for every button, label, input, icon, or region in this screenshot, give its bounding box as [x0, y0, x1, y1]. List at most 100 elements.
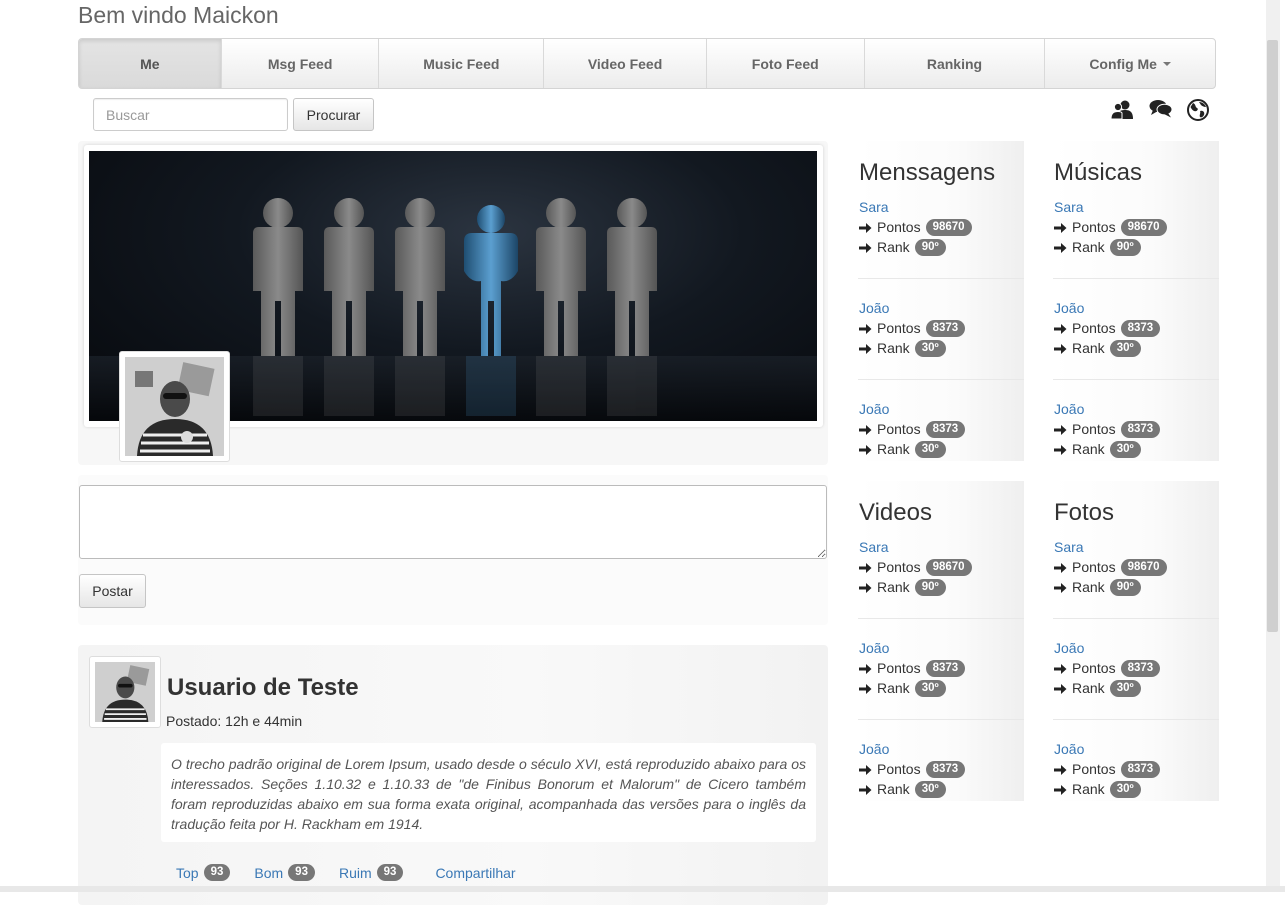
tab-foto-feed[interactable]: Foto Feed [707, 39, 865, 88]
main-navbar: Me Msg Feed Music Feed Video Feed Foto F… [78, 38, 1216, 89]
panel-title: Menssagens [859, 159, 996, 186]
points-badge: 8373 [1120, 760, 1161, 778]
panel-divider [1053, 278, 1219, 279]
tab-video-feed[interactable]: Video Feed [544, 39, 707, 88]
chat-icon[interactable] [1149, 99, 1173, 119]
rank-badge: 90º [1109, 578, 1141, 596]
arrow-right-icon [1054, 221, 1067, 233]
tab-me[interactable]: Me [79, 39, 222, 88]
tab-music-feed[interactable]: Music Feed [379, 39, 545, 88]
profile-avatar[interactable] [119, 351, 230, 462]
points-badge: 8373 [1120, 319, 1161, 337]
panel-divider [1053, 719, 1219, 720]
points-label: Pontos [877, 761, 921, 777]
panel-divider [1053, 379, 1219, 380]
post-textarea[interactable] [79, 485, 827, 559]
rank-badge: 30º [914, 440, 946, 458]
search-input[interactable] [93, 98, 288, 131]
tab-config-me-label: Config Me [1089, 55, 1157, 72]
ranking-entry: João Pontos 8373 Rank 30º [859, 399, 1019, 459]
panel-divider [1053, 618, 1219, 619]
ranking-entry: Sara Pontos 98670 Rank 90º [1054, 197, 1214, 257]
user-link[interactable]: Sara [1054, 197, 1214, 217]
ranking-entry: João Pontos 8373 Rank 30º [1054, 638, 1214, 698]
points-row: Pontos 98670 [859, 557, 1019, 577]
figure-group [253, 198, 657, 356]
arrow-right-icon [859, 221, 872, 233]
tab-msg-feed[interactable]: Msg Feed [222, 39, 380, 88]
user-link[interactable]: Sara [859, 537, 1019, 557]
rank-badge: 90º [1109, 238, 1141, 256]
points-label: Pontos [877, 559, 921, 575]
feed-username[interactable]: Usuario de Teste [167, 674, 359, 702]
user-link[interactable]: João [1054, 399, 1214, 419]
rank-row: Rank 30º [859, 678, 1019, 698]
ranking-entry: João Pontos 8373 Rank 30º [859, 739, 1019, 799]
user-link[interactable]: João [1054, 298, 1214, 318]
points-badge: 98670 [1120, 218, 1167, 236]
points-label: Pontos [1072, 559, 1116, 575]
points-row: Pontos 8373 [859, 658, 1019, 678]
arrow-right-icon [1054, 342, 1067, 354]
arrow-right-icon [859, 241, 872, 253]
tab-ranking-label: Ranking [926, 55, 983, 72]
user-link[interactable]: Sara [1054, 537, 1214, 557]
points-row: Pontos 8373 [859, 318, 1019, 338]
points-row: Pontos 8373 [1054, 658, 1214, 678]
ranking-panel: Fotos Sara Pontos 98670 Rank 90º João Pontos 837… [1053, 481, 1219, 801]
points-label: Pontos [877, 660, 921, 676]
horizontal-scrollbar[interactable] [0, 886, 1285, 892]
panel-title: Videos [859, 499, 932, 526]
person-photo-small [95, 662, 155, 722]
person-photo [125, 357, 224, 456]
points-badge: 98670 [925, 558, 972, 576]
bom-action-link[interactable]: Bom 93 [254, 864, 315, 881]
scrollbar-thumb[interactable] [1267, 40, 1278, 632]
top-action-link[interactable]: Top 93 [176, 864, 231, 881]
bom-count-badge: 93 [288, 864, 315, 881]
arrow-right-icon [859, 423, 872, 435]
ruim-action-link[interactable]: Ruim 93 [339, 864, 404, 881]
users-icon[interactable] [1110, 99, 1135, 121]
points-label: Pontos [877, 219, 921, 235]
search-button[interactable]: Procurar [293, 98, 374, 131]
post-button[interactable]: Postar [79, 574, 146, 608]
arrow-right-icon [1054, 581, 1067, 593]
points-badge: 98670 [1120, 558, 1167, 576]
feed-actions: Top 93 Bom 93 Ruim 93 Compartilhar [176, 864, 516, 881]
rank-label: Rank [877, 781, 910, 797]
tab-ranking[interactable]: Ranking [865, 39, 1046, 88]
arrow-right-icon [1054, 423, 1067, 435]
arrow-right-icon [1054, 662, 1067, 674]
user-link[interactable]: João [859, 298, 1019, 318]
rank-row: Rank 90º [1054, 237, 1214, 257]
points-row: Pontos 98670 [859, 217, 1019, 237]
points-badge: 8373 [1120, 420, 1161, 438]
rank-row: Rank 30º [859, 338, 1019, 358]
panel-title: Músicas [1054, 159, 1143, 186]
share-action-link[interactable]: Compartilhar [435, 865, 515, 881]
user-link[interactable]: João [1054, 739, 1214, 759]
points-row: Pontos 98670 [1054, 557, 1214, 577]
panel-divider [858, 618, 1024, 619]
user-link[interactable]: João [859, 399, 1019, 419]
rank-row: Rank 90º [859, 577, 1019, 597]
rank-row: Rank 30º [1054, 338, 1214, 358]
ranking-entry: João Pontos 8373 Rank 30º [859, 638, 1019, 698]
caret-down-icon [1162, 61, 1171, 66]
user-link[interactable]: João [1054, 638, 1214, 658]
ranking-entry: João Pontos 8373 Rank 30º [1054, 298, 1214, 358]
user-link[interactable]: João [859, 739, 1019, 759]
ranking-panel: Videos Sara Pontos 98670 Rank 90º João Pontos 83… [858, 481, 1024, 801]
rank-row: Rank 30º [859, 779, 1019, 799]
tab-video-feed-label: Video Feed [587, 55, 663, 72]
tab-foto-feed-label: Foto Feed [751, 55, 819, 72]
globe-icon[interactable] [1187, 99, 1209, 121]
points-row: Pontos 8373 [1054, 419, 1214, 439]
user-link[interactable]: João [859, 638, 1019, 658]
feed-avatar[interactable] [89, 656, 161, 728]
top-action-label: Top [176, 864, 199, 881]
user-link[interactable]: Sara [859, 197, 1019, 217]
tab-config-me[interactable]: Config Me [1045, 39, 1215, 88]
rank-row: Rank 30º [1054, 439, 1214, 459]
